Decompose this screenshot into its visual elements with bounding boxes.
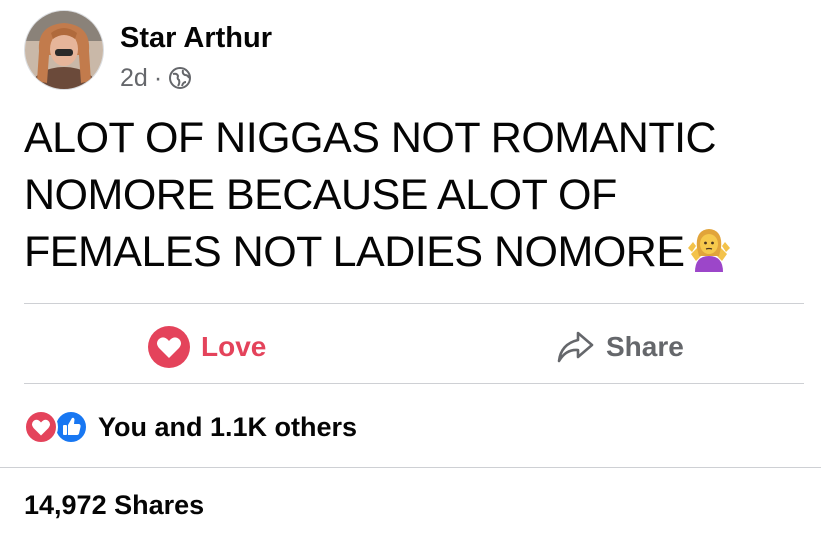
avatar-image (25, 11, 103, 89)
post-meta: 2d · (120, 63, 192, 93)
meta-separator: · (153, 63, 163, 92)
share-button[interactable]: Share (556, 322, 684, 372)
love-reaction-icon (148, 326, 190, 368)
post-text: ALOT OF NIGGAS NOT ROMANTIC NOMORE BECAU… (24, 114, 717, 276)
like-reaction-icon (54, 410, 88, 444)
divider-middle (24, 383, 804, 384)
post-header: Star Arthur 2d · (24, 10, 804, 92)
love-button[interactable]: Love (147, 322, 266, 372)
woman-shrugging-emoji (687, 226, 731, 272)
love-button-label: Love (201, 331, 267, 362)
reactions-count-text: You and 1.1K others (98, 411, 358, 442)
post-timestamp[interactable]: 2d (120, 64, 148, 93)
love-reaction-icon (24, 410, 58, 444)
divider-bottom (0, 467, 821, 468)
reaction-icons (24, 410, 92, 444)
avatar[interactable] (24, 10, 104, 90)
shares-count[interactable]: 14,972 Shares (24, 490, 204, 521)
post-body: ALOT OF NIGGAS NOT ROMANTIC NOMORE BECAU… (24, 110, 804, 281)
divider-top (24, 303, 804, 304)
share-arrow-icon (557, 331, 594, 363)
author-name[interactable]: Star Arthur (120, 22, 272, 55)
reactions-summary[interactable]: You and 1.1K others (24, 406, 357, 448)
share-button-label: Share (606, 331, 684, 362)
globe-icon[interactable] (168, 66, 192, 90)
